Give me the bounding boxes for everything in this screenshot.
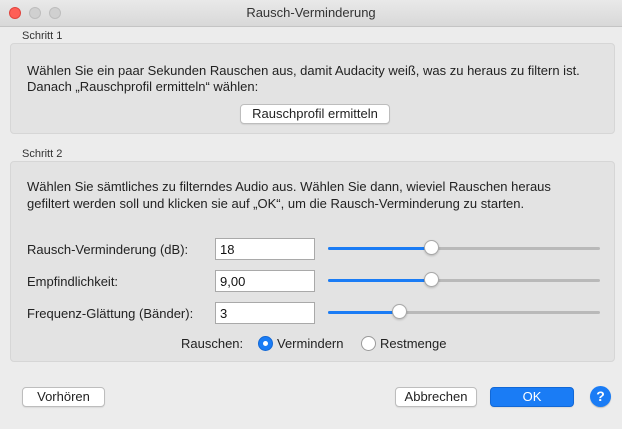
sensitivity-input[interactable]: [215, 270, 315, 292]
noise-reduction-label: Rausch-Verminderung (dB):: [27, 242, 189, 257]
residue-radio-label[interactable]: Restmenge: [380, 336, 446, 351]
get-noise-profile-button[interactable]: Rauschprofil ermitteln: [240, 104, 390, 124]
slider-fill: [328, 279, 432, 282]
slider-fill: [328, 311, 399, 314]
reduce-radio-label[interactable]: Vermindern: [277, 336, 343, 351]
noise-reduction-slider[interactable]: [328, 240, 600, 256]
sensitivity-label: Empfindlichkeit:: [27, 274, 119, 289]
ok-button[interactable]: OK: [490, 387, 574, 407]
step2-label: Schritt 2: [22, 148, 63, 160]
frequency-smoothing-input[interactable]: [215, 302, 315, 324]
frequency-smoothing-slider[interactable]: [328, 304, 600, 320]
noise-reduction-input[interactable]: [215, 238, 315, 260]
help-icon[interactable]: ?: [590, 386, 611, 407]
window-title: Rausch-Verminderung: [246, 5, 376, 20]
sensitivity-slider[interactable]: [328, 272, 600, 288]
title-bar: Rausch-Verminderung: [0, 0, 622, 27]
step1-label: Schritt 1: [22, 30, 63, 42]
residue-radio[interactable]: [361, 336, 376, 351]
slider-fill: [328, 247, 432, 250]
step1-group: Wählen Sie ein paar Sekunden Rauschen au…: [10, 43, 615, 134]
step2-instruction-line2: gefiltert werden soll und klicken sie au…: [27, 196, 525, 211]
slider-thumb[interactable]: [424, 240, 440, 255]
preview-button[interactable]: Vorhören: [22, 387, 105, 407]
cancel-button[interactable]: Abbrechen: [395, 387, 477, 407]
step2-group: Wählen Sie sämtliches zu filterndes Audi…: [10, 161, 615, 362]
step2-instruction-line1: Wählen Sie sämtliches zu filterndes Audi…: [27, 179, 551, 194]
slider-thumb[interactable]: [424, 272, 440, 287]
frequency-smoothing-label: Frequenz-Glättung (Bänder):: [27, 306, 194, 321]
reduce-radio[interactable]: [258, 336, 273, 351]
slider-thumb[interactable]: [391, 304, 407, 319]
noise-mode-label: Rauschen:: [181, 336, 244, 351]
step1-instruction-line2: Danach „Rauschprofil ermitteln“ wählen:: [27, 79, 259, 94]
